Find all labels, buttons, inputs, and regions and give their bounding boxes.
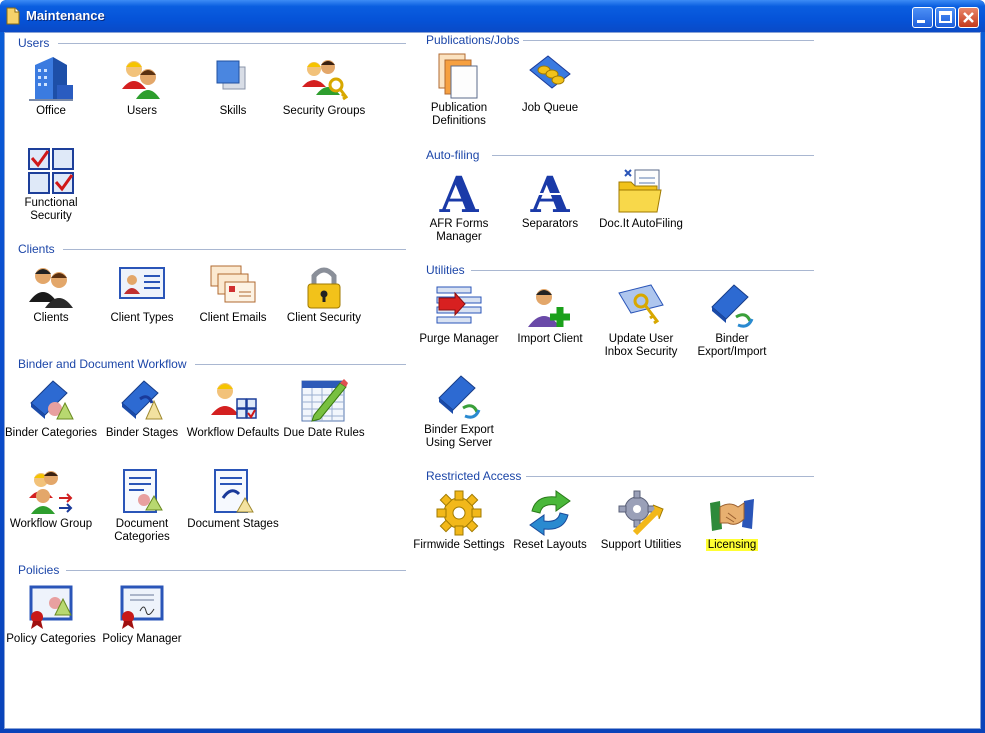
- minimize-button[interactable]: [912, 7, 933, 28]
- group-divider: [492, 155, 814, 156]
- item-label: Binder Export Using Server: [424, 424, 494, 449]
- svg-text:A: A: [530, 168, 571, 216]
- item-label: Document Stages: [187, 518, 279, 530]
- publication-icon: [438, 53, 478, 99]
- padlock-icon: [307, 267, 341, 309]
- group-title-auto-filing: Auto-filing: [426, 148, 480, 162]
- letter-a-icon: A: [439, 168, 480, 216]
- item-label: Job Queue: [521, 102, 579, 114]
- maximize-icon: [939, 11, 952, 23]
- item-label: Doc.It AutoFiling: [599, 218, 683, 230]
- gear-wrench-icon: [618, 490, 664, 536]
- group-divider: [63, 249, 406, 250]
- group-divider: [471, 270, 814, 271]
- letter-a-separator-icon: A: [528, 168, 572, 216]
- document-categories-icon: [123, 469, 163, 513]
- document-stages-icon: [214, 469, 254, 513]
- calendar-pencil-icon: [301, 379, 348, 422]
- binder-export-icon: [711, 284, 754, 328]
- close-button[interactable]: [958, 7, 979, 28]
- item-label: Policy Manager: [102, 633, 182, 645]
- refresh-arrows-icon: [529, 490, 571, 536]
- maintenance-panel: Users Office Users Skills Security Group…: [4, 32, 981, 729]
- item-label: Due Date Rules: [283, 427, 365, 439]
- item-label: Binder Export/Import: [697, 333, 767, 358]
- group-divider: [523, 40, 814, 41]
- item-label: Functional Security: [24, 197, 78, 222]
- envelopes-icon: [210, 265, 256, 303]
- workflow-defaults-icon: [211, 383, 257, 419]
- handshake-icon: [710, 499, 754, 531]
- title-bar[interactable]: Maintenance: [0, 0, 985, 32]
- item-label: Client Security: [286, 312, 362, 324]
- group-title-restricted-access: Restricted Access: [426, 469, 522, 483]
- item-label: Licensing: [678, 539, 786, 552]
- checkbox-grid-icon: [28, 148, 74, 194]
- purge-arrows-icon: [436, 286, 482, 324]
- group-divider: [526, 476, 814, 477]
- policy-categories-icon: [29, 585, 73, 629]
- item-label: Security Groups: [282, 105, 366, 117]
- import-client-icon: [528, 289, 570, 327]
- folder-document-icon: [618, 169, 662, 213]
- group-title-policies: Policies: [18, 563, 60, 577]
- certificate-icon: [120, 585, 164, 629]
- gear-icon: [436, 490, 482, 536]
- close-icon: [963, 12, 974, 23]
- window-title: Maintenance: [26, 8, 105, 23]
- svg-text:A: A: [439, 168, 480, 216]
- security-groups-icon: [302, 60, 348, 101]
- group-divider: [58, 43, 406, 44]
- office-building-icon: [29, 57, 73, 101]
- maximize-button[interactable]: [935, 7, 956, 28]
- group-title-binder-workflow: Binder and Document Workflow: [18, 357, 187, 371]
- users-icon: [122, 61, 160, 99]
- minimize-icon: [917, 20, 925, 23]
- clients-icon: [29, 268, 73, 308]
- group-title-utilities: Utilities: [426, 263, 465, 277]
- binder-categories-icon: [30, 380, 74, 420]
- group-divider: [66, 570, 406, 571]
- maintenance-window: Maintenance Users Office Users Skills Se…: [0, 0, 985, 733]
- group-divider: [195, 364, 406, 365]
- binder-stages-icon: [121, 380, 163, 420]
- group-title-clients: Clients: [18, 242, 55, 256]
- job-queue-icon: [529, 55, 571, 89]
- binder-export-server-icon: [438, 375, 481, 419]
- group-title-users: Users: [18, 36, 50, 50]
- inbox-key-icon: [618, 284, 664, 325]
- skills-icon: [216, 60, 246, 90]
- id-card-icon: [119, 267, 165, 299]
- group-title-publications-jobs: Publications/Jobs: [426, 33, 520, 47]
- licensing-highlight: Licensing: [705, 539, 759, 551]
- document-icon: [6, 7, 20, 25]
- workflow-group-icon: [29, 471, 73, 514]
